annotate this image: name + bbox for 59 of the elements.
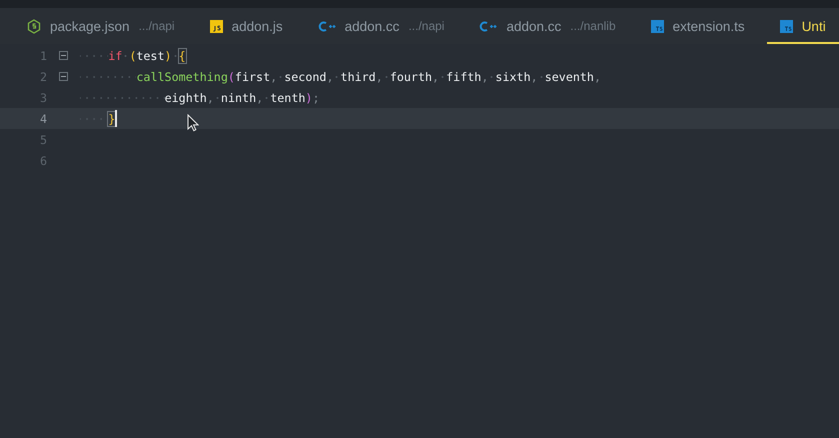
code-token: fourth: [390, 70, 432, 84]
tab-label: addon.cc: [344, 18, 400, 34]
editor-tab[interactable]: addon.cc .../nanlib: [466, 8, 638, 44]
line-number: 2: [38, 70, 47, 84]
hexagon-logo-icon: [27, 18, 41, 34]
tab-label: Unti: [802, 18, 826, 34]
code-token: (: [129, 48, 136, 62]
editor-tab[interactable]: addon.cc .../napi: [304, 8, 466, 44]
line-number: 6: [38, 154, 47, 168]
editor-tab[interactable]: extension.ts: [638, 8, 767, 44]
editor-tab[interactable]: addon.js: [196, 8, 305, 44]
code-token: third: [340, 70, 376, 84]
fold-toggle-icon[interactable]: [59, 51, 68, 60]
ts-file-icon: [650, 20, 664, 32]
code-token: tenth: [270, 90, 306, 104]
line-number: 4: [38, 112, 47, 126]
code-token: first: [234, 70, 270, 84]
tab-path: .../napi: [138, 19, 175, 33]
code-token: test: [136, 48, 165, 62]
tab-path: .../nanlib: [570, 19, 616, 33]
code-token: eighth: [164, 90, 207, 104]
code-token: (: [228, 70, 235, 84]
code-token: ,: [270, 70, 278, 84]
mouse-pointer-icon: [187, 114, 199, 132]
code-token: sixth: [495, 70, 531, 84]
code-token: ,: [481, 70, 488, 84]
code-token: if: [108, 48, 122, 62]
code-token: ninth: [220, 90, 256, 104]
code-token: ,: [530, 70, 538, 84]
line-number: 1: [38, 48, 47, 62]
code-token: }: [108, 112, 116, 126]
tab-label: extension.ts: [672, 18, 745, 34]
code-token: {: [178, 48, 186, 62]
code-token: ,: [376, 70, 383, 84]
code-token: second: [284, 70, 326, 84]
code-token: ;: [312, 90, 320, 104]
code-token: ,: [256, 90, 264, 104]
tab-label: addon.js: [232, 18, 283, 34]
code-token: fifth: [446, 70, 482, 84]
cpp-file-icon: [318, 20, 336, 32]
code-token: callSomething: [136, 70, 228, 84]
cpp-file-icon: [479, 20, 498, 32]
code-token: ,: [206, 90, 214, 104]
ts-file-icon: [780, 20, 793, 32]
fold-toggle-icon[interactable]: [59, 72, 68, 81]
code-token: ,: [326, 70, 334, 84]
line-number: 5: [38, 132, 47, 146]
editor-tab[interactable]: Unti: [766, 8, 839, 44]
line-number: 3: [38, 90, 47, 104]
code-token: ,: [432, 70, 440, 84]
code-token: ): [164, 48, 172, 62]
code-token: seventh: [544, 70, 594, 84]
tab-label: package.json: [50, 18, 130, 34]
tab-path: .../napi: [408, 19, 444, 33]
js-file-icon: [210, 20, 223, 32]
code-token: ,: [594, 70, 602, 84]
editor-tab[interactable]: package.json .../napi: [14, 8, 197, 44]
code-token: ): [305, 90, 312, 104]
tab-label: addon.cc: [506, 18, 562, 34]
